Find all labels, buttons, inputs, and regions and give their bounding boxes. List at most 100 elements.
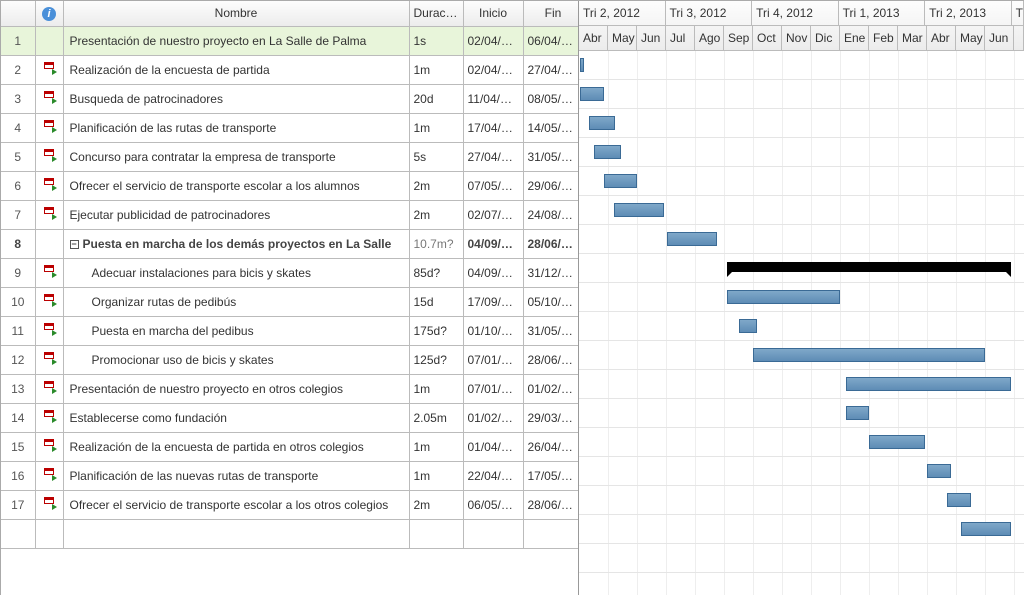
task-name-cell[interactable]: Adecuar instalaciones para bicis y skate… — [63, 258, 409, 287]
row-number[interactable]: 14 — [1, 403, 35, 432]
end-cell[interactable]: 29/06/2012 — [523, 171, 579, 200]
table-row[interactable]: 17 Ofrecer el servicio de transporte esco… — [1, 490, 579, 519]
col-header-end[interactable]: Fin — [523, 1, 579, 26]
col-header-start[interactable]: Inicio — [463, 1, 523, 26]
task-bar[interactable] — [580, 58, 584, 72]
gantt-row[interactable] — [579, 544, 1024, 573]
end-cell[interactable]: 24/08/2012 — [523, 200, 579, 229]
start-cell[interactable]: 02/04/2012 — [463, 26, 523, 55]
task-name-cell[interactable]: Ejecutar publicidad de patrocinadores — [63, 200, 409, 229]
start-cell[interactable]: 07/01/2013 — [463, 345, 523, 374]
gantt-row[interactable] — [579, 283, 1024, 312]
gantt-row[interactable] — [579, 138, 1024, 167]
row-number[interactable]: 13 — [1, 374, 35, 403]
task-bar[interactable] — [580, 87, 604, 101]
start-cell[interactable]: 17/09/2012 — [463, 287, 523, 316]
task-name-cell[interactable]: Busqueda de patrocinadores — [63, 84, 409, 113]
task-name-cell[interactable]: −Puesta en marcha de los demás proyectos… — [63, 229, 409, 258]
task-bar[interactable] — [846, 377, 1011, 391]
table-row[interactable]: 14 Establecerse como fundación2.05m01/02/… — [1, 403, 579, 432]
start-cell[interactable]: 22/04/2013 — [463, 461, 523, 490]
duration-cell[interactable]: 2.05m — [409, 403, 463, 432]
gantt-body[interactable] — [579, 51, 1024, 595]
duration-cell[interactable]: 175d? — [409, 316, 463, 345]
task-bar[interactable] — [961, 522, 1011, 536]
row-number[interactable]: 10 — [1, 287, 35, 316]
task-bar[interactable] — [727, 290, 840, 304]
table-row[interactable]: 10 Organizar rutas de pedibús15d17/09/201… — [1, 287, 579, 316]
gantt-row[interactable] — [579, 428, 1024, 457]
gantt-row[interactable] — [579, 312, 1024, 341]
gantt-row[interactable] — [579, 515, 1024, 544]
gantt-row[interactable] — [579, 341, 1024, 370]
start-cell[interactable]: 02/07/2012 — [463, 200, 523, 229]
duration-cell[interactable]: 15d — [409, 287, 463, 316]
start-cell[interactable]: 07/01/2013 — [463, 374, 523, 403]
start-cell[interactable]: 01/04/2013 — [463, 432, 523, 461]
table-row[interactable]: 9Adecuar instalaciones para bicis y skat… — [1, 258, 579, 287]
gantt-row[interactable] — [579, 399, 1024, 428]
end-cell[interactable]: 31/12/2012 — [523, 258, 579, 287]
duration-cell[interactable]: 10.7m? — [409, 229, 463, 258]
row-number[interactable]: 4 — [1, 113, 35, 142]
task-bar[interactable] — [739, 319, 756, 333]
table-row[interactable]: 8−Puesta en marcha de los demás proyecto… — [1, 229, 579, 258]
gantt-row[interactable] — [579, 370, 1024, 399]
summary-bar[interactable] — [727, 262, 1011, 272]
task-name-cell[interactable]: Planificación de las rutas de transporte — [63, 113, 409, 142]
task-bar[interactable] — [753, 348, 985, 362]
row-number[interactable]: 15 — [1, 432, 35, 461]
task-name-cell[interactable]: Realización de la encuesta de partida — [63, 55, 409, 84]
start-cell[interactable]: 01/02/2013 — [463, 403, 523, 432]
collapse-icon[interactable]: − — [70, 240, 79, 249]
table-row[interactable]: 1Presentación de nuestro proyecto en La … — [1, 26, 579, 55]
duration-cell[interactable]: 1m — [409, 55, 463, 84]
col-header-duration[interactable]: Duración — [409, 1, 463, 26]
task-name-cell[interactable]: Presentación de nuestro proyecto en otro… — [63, 374, 409, 403]
table-row[interactable] — [1, 519, 579, 548]
duration-cell[interactable]: 1m — [409, 113, 463, 142]
gantt-pane[interactable]: Tri 2, 2012Tri 3, 2012Tri 4, 2012Tri 1, … — [579, 1, 1024, 595]
end-cell[interactable]: 29/03/2013 — [523, 403, 579, 432]
duration-cell[interactable]: 1m — [409, 432, 463, 461]
table-row[interactable]: 2Realización de la encuesta de partida1m… — [1, 55, 579, 84]
task-bar[interactable] — [869, 435, 925, 449]
gantt-row[interactable] — [579, 51, 1024, 80]
end-cell[interactable]: 08/05/2012 — [523, 84, 579, 113]
start-cell[interactable]: 17/04/2012 — [463, 113, 523, 142]
table-row[interactable]: 6Ofrecer el servicio de transporte escol… — [1, 171, 579, 200]
end-cell[interactable]: 28/06/2013 — [523, 229, 579, 258]
row-number[interactable]: 11 — [1, 316, 35, 345]
task-name-cell[interactable]: Establecerse como fundación — [63, 403, 409, 432]
table-row[interactable]: 16Planificación de las nuevas rutas de t… — [1, 461, 579, 490]
table-row[interactable]: 4 Planificación de las rutas de transport… — [1, 113, 579, 142]
duration-cell[interactable]: 1s — [409, 26, 463, 55]
start-cell[interactable]: 11/04/2012 — [463, 84, 523, 113]
duration-cell[interactable]: 1m — [409, 374, 463, 403]
task-name-cell[interactable]: Ofrecer el servicio de transporte escola… — [63, 171, 409, 200]
task-name-cell[interactable]: Organizar rutas de pedibús — [63, 287, 409, 316]
end-cell[interactable]: 31/05/2013 — [523, 316, 579, 345]
end-cell[interactable]: 05/10/2012 — [523, 287, 579, 316]
task-bar[interactable] — [594, 145, 620, 159]
row-number[interactable]: 12 — [1, 345, 35, 374]
start-cell[interactable]: 04/09/2012 — [463, 229, 523, 258]
row-number[interactable]: 5 — [1, 142, 35, 171]
end-cell[interactable]: 26/04/2013 — [523, 432, 579, 461]
task-name-cell[interactable]: Ofrecer el servicio de transporte escola… — [63, 490, 409, 519]
col-header-number[interactable] — [1, 1, 35, 26]
task-bar[interactable] — [589, 116, 615, 130]
gantt-row[interactable] — [579, 254, 1024, 283]
duration-cell[interactable]: 20d — [409, 84, 463, 113]
table-row[interactable]: 7Ejecutar publicidad de patrocinadores2m… — [1, 200, 579, 229]
duration-cell[interactable]: 1m — [409, 461, 463, 490]
table-row[interactable]: 3Busqueda de patrocinadores20d11/04/2012… — [1, 84, 579, 113]
end-cell[interactable]: 01/02/2013 — [523, 374, 579, 403]
task-name-cell[interactable]: Planificación de las nuevas rutas de tra… — [63, 461, 409, 490]
task-bar[interactable] — [604, 174, 637, 188]
table-row[interactable]: 15Realización de la encuesta de partida … — [1, 432, 579, 461]
start-cell[interactable]: 02/04/2012 — [463, 55, 523, 84]
row-number[interactable]: 17 — [1, 490, 35, 519]
table-row[interactable]: 11Puesta en marcha del pedibus175d?01/10… — [1, 316, 579, 345]
gantt-row[interactable] — [579, 457, 1024, 486]
